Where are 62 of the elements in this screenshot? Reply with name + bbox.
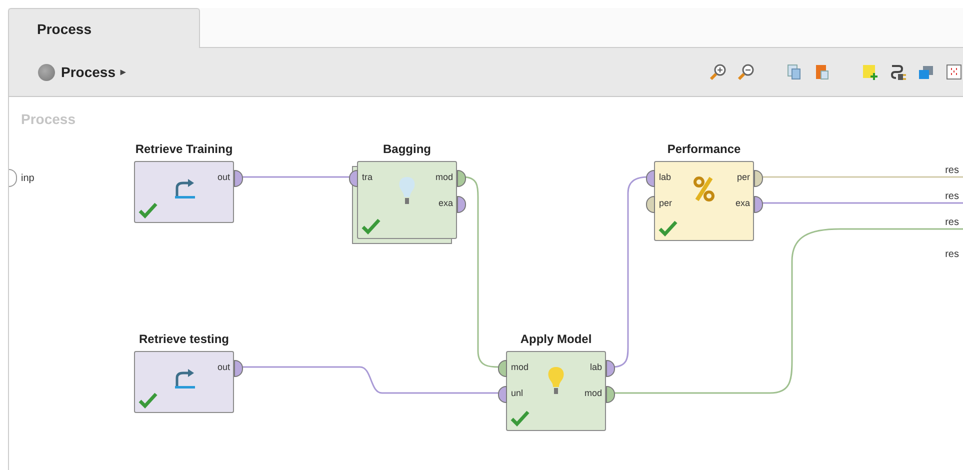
cube-icon[interactable]	[917, 63, 935, 81]
port-label: exa	[438, 198, 453, 208]
canvas-title: Process	[21, 111, 76, 127]
result-port-label: res	[945, 249, 959, 260]
zoom-in-icon[interactable]	[709, 63, 727, 81]
port-connector[interactable]	[646, 196, 655, 213]
port-label: out	[217, 362, 230, 372]
port-label: mod	[435, 172, 453, 182]
operator-box[interactable]	[134, 161, 234, 223]
zoom-out-icon[interactable]	[737, 63, 755, 81]
operator-box[interactable]	[134, 351, 234, 413]
curved-arrow-icon	[173, 176, 197, 200]
port-connector[interactable]	[457, 196, 466, 213]
input-port[interactable]	[9, 169, 17, 187]
port-label: mod	[584, 388, 602, 398]
port-connector[interactable]	[646, 170, 655, 187]
port-label: per	[659, 198, 672, 208]
operator-title: Performance	[666, 142, 742, 156]
port-label: per	[736, 172, 750, 182]
grid-icon[interactable]	[945, 63, 963, 81]
operator-title: Apply Model	[519, 332, 593, 346]
port-connector[interactable]	[754, 196, 763, 213]
result-port-label: res	[945, 217, 959, 228]
check-icon	[658, 219, 678, 237]
port-connector[interactable]	[234, 360, 243, 377]
breadcrumb-link[interactable]: Process ▸	[61, 64, 126, 80]
add-note-icon[interactable]	[861, 63, 879, 81]
percent-icon	[693, 176, 715, 202]
port-label: tra	[362, 172, 373, 182]
port-connector[interactable]	[234, 170, 243, 187]
port-label: unl	[511, 388, 524, 398]
port-connector[interactable]	[606, 360, 615, 377]
operator-box[interactable]	[357, 161, 457, 239]
operator-box[interactable]	[506, 351, 606, 431]
port-label: out	[217, 172, 230, 182]
operator-title: Retrieve testing	[138, 332, 230, 346]
port-connector[interactable]	[498, 386, 507, 403]
check-icon	[361, 217, 381, 235]
result-port-label: res	[945, 191, 959, 202]
operator-title: Retrieve Training	[134, 142, 234, 156]
paste-icon[interactable]	[813, 63, 831, 81]
port-label: exa	[735, 198, 750, 208]
copy-icon[interactable]	[785, 63, 803, 81]
port-label: lab	[659, 172, 672, 182]
port-connector[interactable]	[754, 170, 763, 187]
port-connector[interactable]	[606, 386, 615, 403]
port-connector[interactable]	[457, 170, 466, 187]
port-label: mod	[511, 362, 529, 372]
result-port-label: res	[945, 165, 959, 176]
process-tab[interactable]: Process	[8, 8, 200, 48]
check-icon	[138, 391, 158, 409]
check-icon	[138, 201, 158, 219]
operator-title: Bagging	[382, 142, 432, 156]
port-label: lab	[590, 362, 602, 372]
port-connector[interactable]	[349, 170, 358, 187]
curved-arrow-icon	[173, 366, 197, 390]
operator-box[interactable]	[654, 161, 754, 241]
port-connector[interactable]	[498, 360, 507, 377]
port-label: inp	[21, 173, 34, 184]
plug-icon[interactable]	[889, 63, 907, 81]
process-icon	[38, 64, 55, 80]
check-icon	[510, 409, 530, 427]
